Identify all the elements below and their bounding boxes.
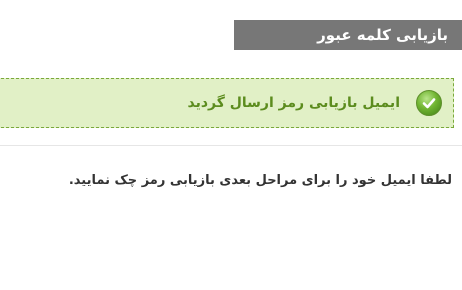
page-title-bar: بازیابی کلمه عبور bbox=[234, 20, 462, 50]
success-message: ایمیل بازیابی رمز ارسال گردید bbox=[187, 95, 400, 111]
success-alert: ایمیل بازیابی رمز ارسال گردید bbox=[0, 78, 454, 128]
page-title: بازیابی کلمه عبور bbox=[317, 26, 448, 44]
instruction-text: لطفا ایمیل خود را برای مراحل بعدی بازیاب… bbox=[68, 173, 452, 188]
divider bbox=[0, 145, 462, 146]
checkmark-icon bbox=[416, 90, 442, 116]
